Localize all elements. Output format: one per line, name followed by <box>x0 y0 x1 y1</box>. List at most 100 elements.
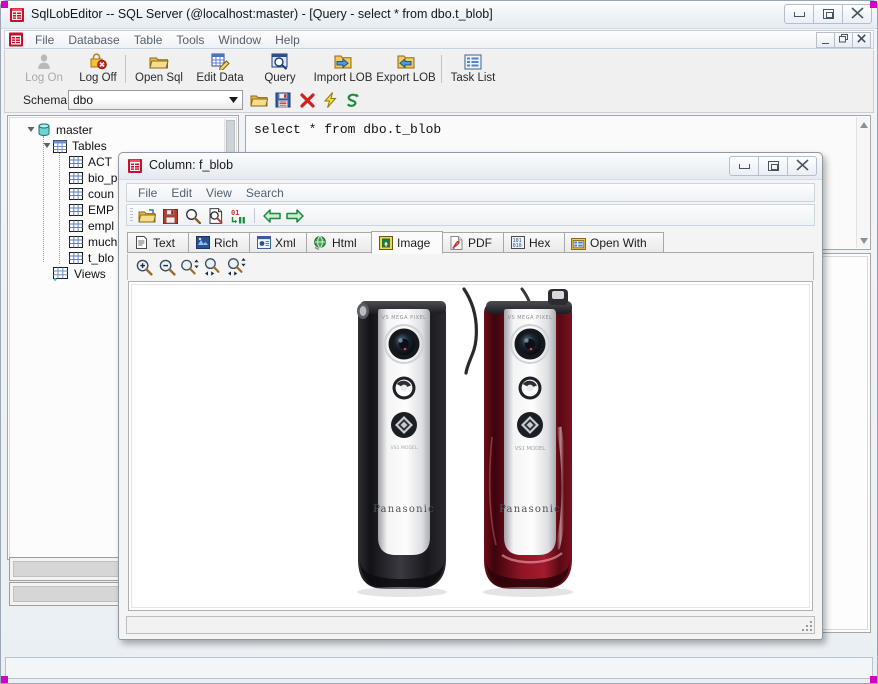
menu-item-window[interactable]: Window <box>211 32 268 48</box>
image-viewer[interactable]: VS MEGA PIXEL VS1 MODEL Panasonic VS MEG… <box>128 281 813 611</box>
status-bar <box>5 657 873 679</box>
execute-icon[interactable] <box>320 91 340 109</box>
database-icon <box>36 123 52 137</box>
zoom-fit-width-icon[interactable] <box>202 256 224 277</box>
toolbar-button-query[interactable]: Query <box>254 52 306 88</box>
two-phones-photo: VS MEGA PIXEL VS1 MODEL Panasonic VS MEG… <box>315 287 626 605</box>
desktop-corner-top-left <box>1 1 8 8</box>
menu-item-help[interactable]: Help <box>268 32 307 48</box>
expander-icon[interactable] <box>26 125 36 135</box>
menu-item-table[interactable]: Table <box>127 32 170 48</box>
schema-select[interactable]: dbo <box>68 90 243 110</box>
toolbar-button-open-sql[interactable]: Open Sql <box>129 52 189 88</box>
image-canvas[interactable]: VS MEGA PIXEL VS1 MODEL Panasonic VS MEG… <box>131 284 810 608</box>
column-viewer-close-button[interactable] <box>787 156 817 176</box>
tab-html[interactable]: Html <box>306 232 372 253</box>
refresh-icon[interactable] <box>343 91 363 109</box>
desktop-corner-bottom-right <box>870 676 877 683</box>
column-viewer-restore-button[interactable] <box>758 156 788 176</box>
scroll-down-icon[interactable] <box>857 234 870 247</box>
table-icon <box>68 219 84 233</box>
toolbar-drag-handle[interactable] <box>130 208 133 223</box>
toolbar-button-task-list[interactable]: Task List <box>444 52 502 88</box>
close-button[interactable] <box>842 4 872 24</box>
sql-editor-scrollbar[interactable] <box>856 117 869 248</box>
tab-xml[interactable]: Xml <box>249 232 307 253</box>
tab-label-html: Html <box>332 235 357 250</box>
tree-label-act: ACT <box>88 155 112 169</box>
find-icon[interactable] <box>182 207 204 225</box>
open-folder-icon <box>149 52 169 71</box>
tree-node-master[interactable]: master <box>16 122 223 138</box>
red-phone: VS MEGA PIXEL VS1 MODEL Panasonic <box>482 289 573 597</box>
column-menu-view[interactable]: View <box>199 185 239 201</box>
mdi-restore-button[interactable] <box>834 32 853 48</box>
toolbar-label-edit-data: Edit Data <box>196 72 244 84</box>
zoom-in-icon[interactable] <box>133 256 155 277</box>
toolbar-separator-2 <box>441 55 442 83</box>
column-viewer-menu-bar: File Edit View Search <box>126 183 815 202</box>
tab-rich[interactable]: Rich <box>188 232 250 253</box>
tab-label-text: Text <box>153 235 176 250</box>
sql-query-text[interactable]: select * from dbo.t_blob <box>254 122 850 137</box>
open-folder-icon[interactable] <box>136 207 158 225</box>
tab-text[interactable]: Text <box>127 232 189 253</box>
zoom-fit-page-icon[interactable] <box>225 256 247 277</box>
toolbar-button-edit-data[interactable]: Edit Data <box>190 52 250 88</box>
column-menu-search[interactable]: Search <box>239 185 291 201</box>
toolbar-button-import-lob[interactable]: Import LOB <box>308 52 378 88</box>
svg-text:01: 01 <box>231 209 239 217</box>
save-icon[interactable] <box>273 91 293 109</box>
toolbar-button-log-off[interactable]: Log Off <box>70 52 126 88</box>
menu-item-database[interactable]: Database <box>61 32 126 48</box>
mdi-minimize-button[interactable] <box>816 32 835 48</box>
minimize-icon <box>738 163 750 169</box>
column-menu-file[interactable]: File <box>131 185 164 201</box>
save-floppy-icon[interactable] <box>159 207 181 225</box>
restore-button[interactable] <box>813 4 843 24</box>
scroll-up-icon[interactable] <box>857 118 870 131</box>
column-viewer-status-bar <box>126 616 815 634</box>
mdi-close-button[interactable] <box>852 32 871 48</box>
minimize-button[interactable] <box>784 4 814 24</box>
resize-grip[interactable] <box>802 621 813 632</box>
views-icon <box>52 267 70 281</box>
export-lob-icon <box>396 52 416 71</box>
html-icon <box>313 235 328 250</box>
column-menu-edit[interactable]: Edit <box>164 185 199 201</box>
toolbar-button-export-lob[interactable]: Export LOB <box>371 52 441 88</box>
tree-label-master: master <box>56 123 93 137</box>
find-in-document-icon[interactable] <box>205 207 227 225</box>
hex-icon: 101 010 <box>510 236 525 250</box>
schema-selected-value: dbo <box>73 93 94 107</box>
column-viewer-title: Column: f_blob <box>149 158 234 172</box>
xml-icon <box>256 236 271 250</box>
tab-label-image: Image <box>397 235 431 250</box>
toolbar-label-task-list: Task List <box>450 72 496 84</box>
toolbar-label-import-lob: Import LOB <box>313 72 373 84</box>
forward-arrow-icon[interactable] <box>284 207 306 225</box>
open-file-icon[interactable] <box>249 91 269 109</box>
column-viewer-title-bar: Column: f_blob <box>119 153 822 180</box>
tab-image[interactable]: Image <box>371 231 443 254</box>
toolbar-button-log-on[interactable]: Log On <box>16 52 72 88</box>
toolbar-label-export-lob: Export LOB <box>376 72 436 84</box>
menu-item-file[interactable]: File <box>28 32 61 48</box>
back-arrow-icon[interactable] <box>261 207 283 225</box>
image-zoom-toolbar <box>127 254 814 280</box>
expander-icon[interactable] <box>42 141 52 151</box>
mdi-minimize-icon <box>822 42 829 44</box>
column-viewer-minimize-button[interactable] <box>729 156 759 176</box>
delete-icon[interactable] <box>297 91 317 109</box>
menu-item-tools[interactable]: Tools <box>169 32 211 48</box>
binary-data-icon[interactable]: 01 <box>228 207 250 225</box>
tab-hex[interactable]: 101 010 Hex <box>503 232 565 253</box>
column-viewer-window: Column: f_blob File Edit View Search 01 … <box>118 152 823 640</box>
menu-bar: File Database Table Tools Window Help <box>4 30 874 49</box>
format-tab-strip: Text Rich Xml Html Image PDF 101 010 Hex… <box>127 231 814 254</box>
edit-data-icon <box>211 52 230 71</box>
zoom-out-icon[interactable] <box>156 256 178 277</box>
tab-open-with[interactable]: Open With <box>564 232 664 253</box>
zoom-fit-height-icon[interactable] <box>179 256 201 277</box>
tab-pdf[interactable]: PDF <box>442 232 504 253</box>
